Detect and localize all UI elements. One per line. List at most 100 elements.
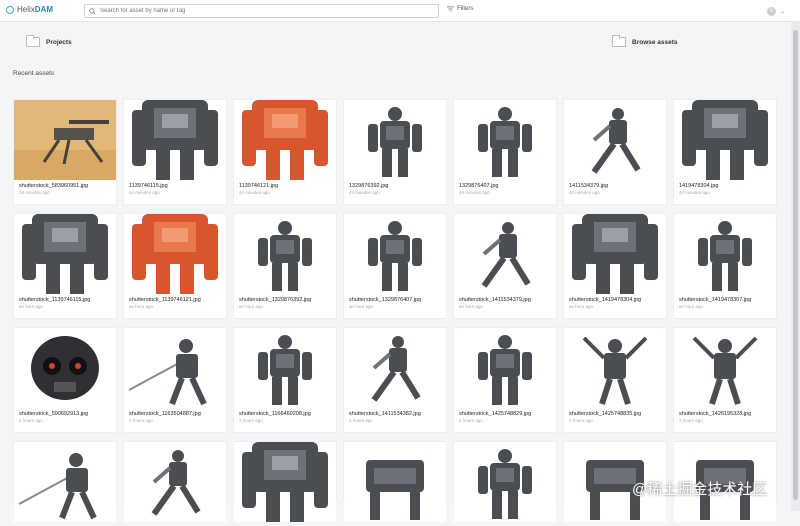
- asset-filename: shutterstock_1411534379.jpg: [459, 297, 531, 303]
- asset-card[interactable]: shutterstock_1426195328.jpg 2 hours ago: [673, 327, 777, 433]
- asset-thumbnail[interactable]: [234, 214, 336, 294]
- asset-thumbnail[interactable]: [674, 328, 776, 408]
- asset-timestamp: 2 hours ago: [679, 418, 703, 423]
- asset-card[interactable]: shutterstock_1163504887.jpg 2 hours ago: [123, 327, 227, 433]
- section-title: Recent assets: [13, 70, 55, 77]
- asset-thumbnail[interactable]: [674, 100, 776, 180]
- asset-thumbnail[interactable]: [454, 100, 556, 180]
- asset-thumbnail[interactable]: [454, 442, 556, 522]
- asset-timestamp: 2 hours ago: [239, 418, 263, 423]
- asset-card[interactable]: shutterstock_1139746121.jpg an hour ago: [123, 213, 227, 319]
- projects-label: Projects: [46, 38, 72, 46]
- asset-card[interactable]: 1329876392.jpg 44 minutes ago: [343, 99, 447, 205]
- asset-filename: 1139746121.jpg: [239, 183, 279, 189]
- chevron-down-icon[interactable]: ⌄: [780, 8, 785, 15]
- asset-card[interactable]: shutterstock_1411534382.jpg 2 hours ago: [343, 327, 447, 433]
- asset-timestamp: an hour ago: [679, 304, 704, 309]
- folder-icon: [26, 35, 40, 47]
- asset-filename: shutterstock_590692913.jpg: [19, 411, 89, 417]
- asset-thumbnail[interactable]: [234, 100, 336, 180]
- asset-timestamp: 44 minutes ago: [679, 190, 710, 195]
- asset-timestamp: 44 minutes ago: [129, 190, 160, 195]
- asset-filename: shutterstock_1329876392.jpg: [239, 297, 312, 303]
- asset-card[interactable]: [123, 441, 227, 522]
- search-icon: [89, 7, 96, 15]
- filter-icon: [447, 6, 454, 12]
- asset-card[interactable]: 1419478304.jpg 44 minutes ago: [673, 99, 777, 205]
- asset-filename: shutterstock_1426195328.jpg: [679, 411, 752, 417]
- asset-card[interactable]: shutterstock_1329876392.jpg an hour ago: [233, 213, 337, 319]
- asset-card[interactable]: shutterstock_1329876407.jpg an hour ago: [343, 213, 447, 319]
- asset-card[interactable]: shutterstock_1166460208.jpg 2 hours ago: [233, 327, 337, 433]
- asset-card[interactable]: [453, 441, 557, 522]
- asset-thumbnail[interactable]: [564, 328, 666, 408]
- asset-card[interactable]: 1139746121.jpg 44 minutes ago: [233, 99, 337, 205]
- browse-assets-shortcut[interactable]: Browse assets: [612, 35, 678, 47]
- asset-timestamp: an hour ago: [239, 304, 264, 309]
- app-logo[interactable]: Helix DAM: [6, 5, 53, 14]
- asset-thumbnail[interactable]: [454, 328, 556, 408]
- asset-thumbnail[interactable]: [344, 328, 446, 408]
- asset-thumbnail[interactable]: [14, 214, 116, 294]
- asset-card[interactable]: [233, 441, 337, 522]
- asset-thumbnail[interactable]: [454, 214, 556, 294]
- asset-thumbnail[interactable]: [564, 214, 666, 294]
- asset-card[interactable]: shutterstock_583960951.jpg 38 minutes ago: [13, 99, 117, 205]
- asset-card[interactable]: shutterstock_1419478304.jpg an hour ago: [563, 213, 667, 319]
- asset-card[interactable]: 1139746115.jpg 44 minutes ago: [123, 99, 227, 205]
- asset-filename: 1411534379.jpg: [569, 183, 609, 189]
- asset-filename: 1329876407.jpg: [459, 183, 499, 189]
- asset-filename: shutterstock_1163504887.jpg: [129, 411, 201, 417]
- asset-card[interactable]: shutterstock_1425748829.jpg 2 hours ago: [453, 327, 557, 433]
- asset-thumbnail[interactable]: [344, 100, 446, 180]
- asset-timestamp: 44 minutes ago: [569, 190, 600, 195]
- watermark: @稀土掘金技术社区: [632, 481, 768, 498]
- asset-thumbnail[interactable]: [344, 442, 446, 522]
- scrollbar-thumb[interactable]: [793, 30, 798, 500]
- asset-thumbnail[interactable]: [124, 100, 226, 180]
- asset-card[interactable]: shutterstock_590692913.jpg 2 hours ago: [13, 327, 117, 433]
- filters-button[interactable]: Filters: [447, 6, 473, 12]
- asset-card[interactable]: 1411534379.jpg 44 minutes ago: [563, 99, 667, 205]
- asset-thumbnail[interactable]: [674, 214, 776, 294]
- asset-thumbnail[interactable]: [234, 442, 336, 522]
- asset-filename: shutterstock_1419478304.jpg: [569, 297, 642, 303]
- asset-filename: 1419478304.jpg: [679, 183, 719, 189]
- asset-filename: 1329876392.jpg: [349, 183, 389, 189]
- asset-thumbnail[interactable]: [14, 100, 116, 180]
- asset-timestamp: an hour ago: [349, 304, 374, 309]
- asset-thumbnail[interactable]: [564, 100, 666, 180]
- asset-card[interactable]: shutterstock_1419478307.jpg an hour ago: [673, 213, 777, 319]
- filters-label: Filters: [457, 6, 474, 12]
- asset-card[interactable]: [13, 441, 117, 522]
- asset-thumbnail[interactable]: [124, 442, 226, 522]
- projects-shortcut[interactable]: Projects: [26, 35, 72, 47]
- asset-thumbnail[interactable]: [234, 328, 336, 408]
- logo-icon: [6, 5, 14, 14]
- asset-card[interactable]: shutterstock_1425748835.jpg 2 hours ago: [563, 327, 667, 433]
- asset-card[interactable]: shutterstock_1411534379.jpg an hour ago: [453, 213, 557, 319]
- asset-timestamp: 38 minutes ago: [19, 190, 50, 195]
- asset-filename: 1139746115.jpg: [129, 183, 168, 189]
- asset-timestamp: 44 minutes ago: [349, 190, 380, 195]
- search-box[interactable]: [84, 4, 439, 18]
- asset-card[interactable]: shutterstock_1139746115.jpg an hour ago: [13, 213, 117, 319]
- asset-card[interactable]: [343, 441, 447, 522]
- asset-timestamp: an hour ago: [569, 304, 594, 309]
- asset-thumbnail[interactable]: [124, 328, 226, 408]
- asset-filename: shutterstock_1166460208.jpg: [239, 411, 311, 417]
- asset-thumbnail[interactable]: [344, 214, 446, 294]
- asset-timestamp: an hour ago: [129, 304, 154, 309]
- folder-icon: [612, 35, 626, 47]
- asset-thumbnail[interactable]: [14, 328, 116, 408]
- asset-thumbnail[interactable]: [14, 442, 116, 522]
- search-input[interactable]: [100, 8, 420, 14]
- asset-filename: shutterstock_583960951.jpg: [19, 183, 89, 189]
- asset-filename: shutterstock_1329876407.jpg: [349, 297, 422, 303]
- asset-thumbnail[interactable]: [124, 214, 226, 294]
- avatar[interactable]: U: [767, 7, 776, 16]
- asset-filename: shutterstock_1419478307.jpg: [679, 297, 752, 303]
- asset-timestamp: 2 hours ago: [349, 418, 373, 423]
- asset-card[interactable]: 1329876407.jpg 44 minutes ago: [453, 99, 557, 205]
- asset-filename: shutterstock_1411534382.jpg: [349, 411, 421, 417]
